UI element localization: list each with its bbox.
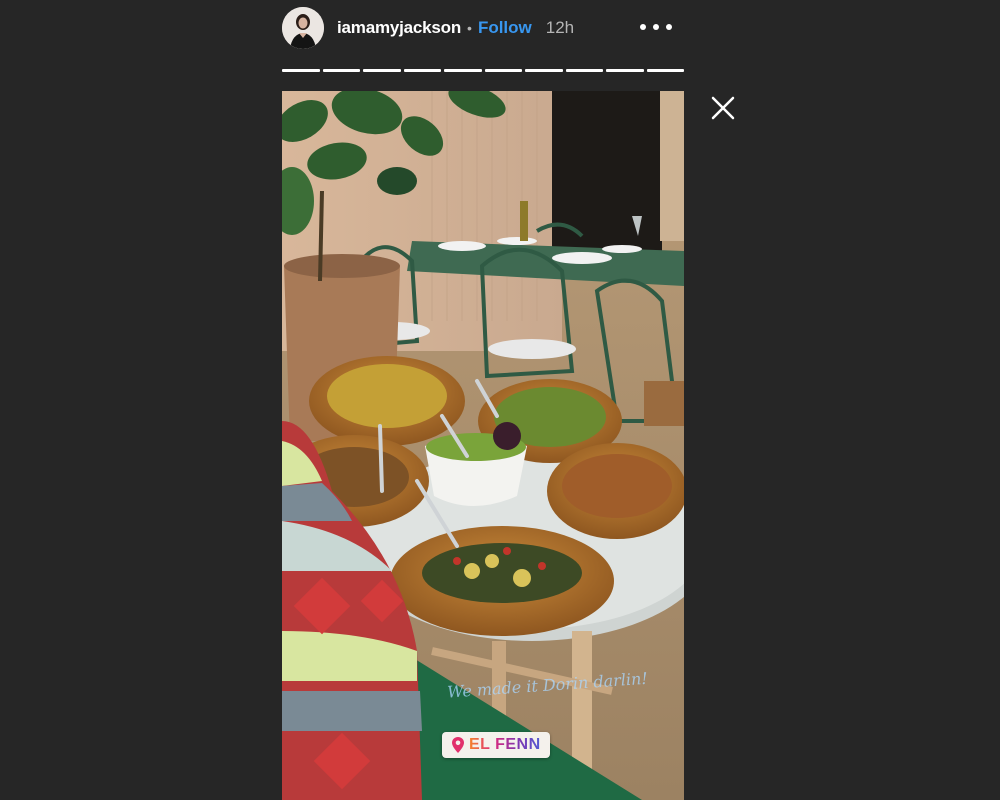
- progress-segment: [606, 69, 644, 72]
- progress-segment: [484, 69, 522, 72]
- progress-segment: [322, 69, 360, 72]
- location-sticker[interactable]: EL FENN: [442, 732, 550, 758]
- progress-segment: [525, 69, 563, 72]
- username[interactable]: iamamyjackson: [337, 18, 461, 38]
- map-pin-icon: [452, 737, 464, 753]
- story-progress-bar: [282, 69, 684, 72]
- avatar[interactable]: [282, 7, 324, 49]
- progress-segment: [363, 69, 401, 72]
- progress-segment: [282, 69, 320, 72]
- progress-segment: [444, 69, 482, 72]
- follow-button[interactable]: Follow: [478, 18, 532, 38]
- story-media[interactable]: We made it Dorin darlin! EL FENN: [282, 91, 684, 800]
- progress-segment: [403, 69, 441, 72]
- story-header: iamamyjackson • Follow 12h: [282, 6, 684, 50]
- separator-dot: •: [467, 20, 472, 36]
- timestamp: 12h: [545, 18, 575, 37]
- more-options-icon[interactable]: [640, 18, 672, 36]
- progress-segment: [646, 69, 684, 72]
- progress-segment: [565, 69, 603, 72]
- location-label: EL FENN: [469, 736, 541, 753]
- close-icon[interactable]: [708, 93, 738, 123]
